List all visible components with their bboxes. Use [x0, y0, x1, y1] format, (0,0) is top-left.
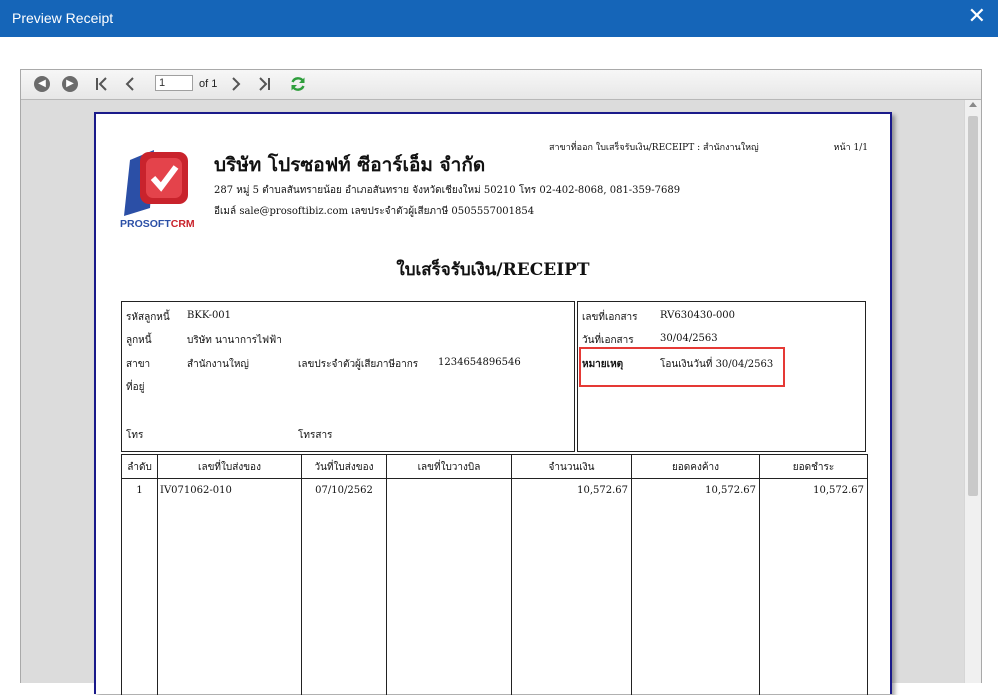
logo-text: PROSOFT [120, 218, 171, 230]
report-page: สาขาที่ออก ใบเสร็จรับเงิน/RECEIPT : สำนั… [94, 112, 892, 695]
document-no: RV630430-000 [660, 310, 736, 321]
document-date-label: วันที่เอกสาร [582, 335, 634, 346]
window-title: Preview Receipt [12, 10, 114, 26]
customer-tax-id: 1234654896546 [438, 357, 521, 368]
customer-info-box: รหัสลูกหนี้ BKK-001 ลูกหนี้ บริษัท นานาก… [121, 301, 575, 452]
branch-line: สาขาที่ออก ใบเสร็จรับเงิน/RECEIPT : สำนั… [549, 143, 759, 153]
back-icon[interactable]: ◀ [33, 74, 51, 94]
table-cell-seq: 1 [136, 485, 143, 496]
customer-fax-label: โทรสาร [298, 430, 333, 441]
customer-tel-label: โทร [126, 430, 144, 441]
customer-name-label: ลูกหนี้ [126, 335, 152, 346]
company-address: 287 หมู่ 5 ตำบลสันทรายน้อย อำเภอสันทราย … [214, 185, 681, 196]
header-delivery-date: วันที่ใบส่งของ [314, 462, 374, 473]
column-divider [386, 455, 387, 695]
table-cell-paid: 10,572.67 [813, 485, 864, 496]
first-page-icon[interactable] [93, 74, 111, 94]
refresh-icon[interactable] [289, 74, 307, 94]
table-cell-outstanding: 10,572.67 [705, 485, 756, 496]
customer-tax-label: เลขประจำตัวผู้เสียภาษีอากร [298, 359, 419, 370]
company-email: อีเมล์ sale@prosoftibiz.com เลขประจำตัวผ… [214, 206, 535, 217]
remark-highlight-box [579, 347, 785, 387]
company-name: บริษัท โปรซอฟท์ ซีอาร์เอ็ม จำกัด [214, 154, 486, 176]
next-page-icon[interactable] [227, 74, 245, 94]
customer-address-label: ที่อยู่ [126, 382, 145, 393]
table-cell-delivery-no: IV071062-010 [160, 485, 232, 496]
customer-code: BKK-001 [187, 310, 232, 321]
column-divider [157, 455, 158, 695]
last-page-icon[interactable] [255, 74, 273, 94]
company-logo: PROSOFTCRM [120, 146, 208, 232]
vertical-scrollbar[interactable] [964, 100, 981, 683]
close-icon[interactable]: ✕ [968, 4, 986, 30]
svg-text:PROSOFTCRM: PROSOFTCRM [120, 218, 195, 230]
prev-page-icon[interactable] [121, 74, 139, 94]
customer-name: บริษัท นานาการไฟฟ้า [187, 335, 282, 346]
viewer-toolbar: ◀ ▶ of 1 [21, 70, 981, 100]
line-items-table: ลำดับ เลขที่ใบส่งของ วันที่ใบส่งของ เลขท… [121, 454, 868, 695]
table-cell-amount: 10,572.67 [577, 485, 628, 496]
customer-branch-label: สาขา [126, 359, 151, 370]
table-cell-delivery-date: 07/10/2562 [315, 485, 373, 496]
report-viewer: ◀ ▶ of 1 สาขาที่ออก ใบเสร็จรับเงิน/RECEI… [20, 69, 982, 695]
window-title-bar: Preview Receipt ✕ [0, 0, 998, 37]
scroll-up-icon[interactable] [969, 102, 977, 107]
forward-icon[interactable]: ▶ [61, 74, 79, 94]
page-number-input[interactable] [155, 75, 193, 91]
header-delivery-no: เลขที่ใบส่งของ [198, 462, 261, 473]
document-no-label: เลขที่เอกสาร [582, 312, 638, 323]
scroll-thumb[interactable] [968, 116, 978, 496]
logo-text-accent: CRM [171, 218, 195, 230]
header-billing-no: เลขที่ใบวางบิล [417, 462, 481, 473]
header-paid: ยอดชำระ [792, 462, 835, 473]
document-date: 30/04/2563 [660, 333, 718, 344]
header-amount: จำนวนเงิน [548, 462, 595, 473]
page-label: หน้า 1/1 [833, 143, 868, 153]
customer-branch: สำนักงานใหญ่ [187, 359, 249, 370]
page-count-label: of 1 [199, 78, 218, 90]
header-outstanding: ยอดคงค้าง [671, 462, 720, 473]
document-title: ใบเสร็จรับเงิน/RECEIPT [396, 260, 590, 280]
header-seq: ลำดับ [127, 462, 152, 473]
customer-code-label: รหัสลูกหนี้ [126, 312, 170, 323]
